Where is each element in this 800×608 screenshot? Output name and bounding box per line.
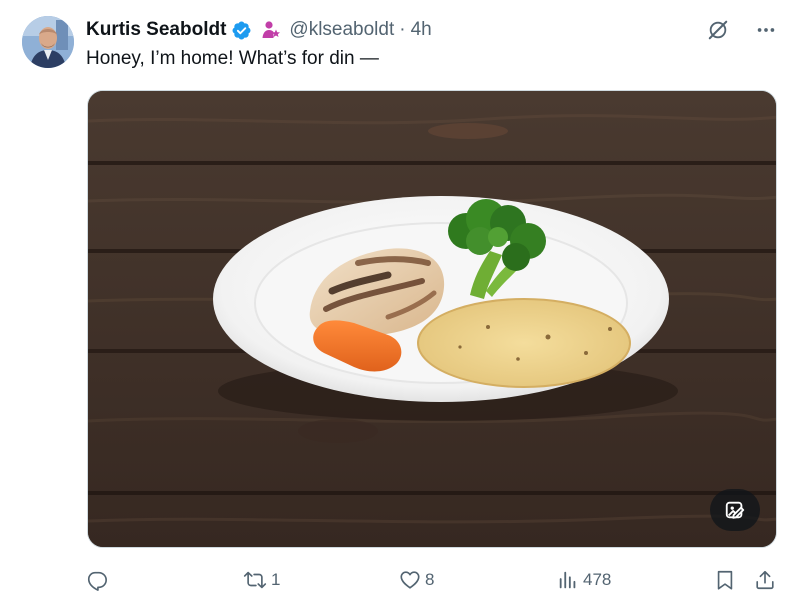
views-icon xyxy=(557,569,579,591)
timestamp[interactable]: 4h xyxy=(411,18,432,42)
top-icons xyxy=(706,18,778,42)
tweet-header: Kurtis Seaboldt @klseaboldt · 4h xyxy=(86,18,432,42)
verified-badge-icon[interactable] xyxy=(231,20,252,41)
image-edit-icon[interactable] xyxy=(710,489,760,531)
like-count: 8 xyxy=(425,570,435,589)
handle[interactable]: @klseaboldt xyxy=(289,18,394,42)
views-count: 478 xyxy=(583,570,612,589)
bookmark-button[interactable] xyxy=(714,563,736,597)
share-icon xyxy=(754,569,776,591)
views-button[interactable]: 478 xyxy=(557,563,611,597)
reply-icon xyxy=(86,569,108,591)
more-options-icon[interactable] xyxy=(754,18,778,42)
media-photo[interactable] xyxy=(87,90,777,548)
display-name[interactable]: Kurtis Seaboldt xyxy=(86,18,226,42)
like-button[interactable]: 8 xyxy=(399,563,434,597)
separator-dot: · xyxy=(399,19,406,40)
avatar[interactable] xyxy=(22,16,74,68)
retweet-icon xyxy=(243,569,267,591)
tweet-text: Honey, I’m home! What’s for din — xyxy=(86,48,379,69)
retweet-button[interactable]: 1 xyxy=(243,563,280,597)
food-plate-image xyxy=(88,91,776,547)
grok-icon[interactable] xyxy=(706,18,730,42)
action-bar: 1 8 478 xyxy=(0,563,800,597)
retweet-count: 1 xyxy=(271,570,281,589)
share-button[interactable] xyxy=(754,563,776,597)
reply-button[interactable] xyxy=(86,563,112,597)
tweet: Kurtis Seaboldt @klseaboldt · 4h Honey, … xyxy=(0,0,800,608)
heart-icon xyxy=(399,569,421,591)
affiliate-badge-icon[interactable] xyxy=(261,20,281,40)
bookmark-icon xyxy=(714,569,736,591)
